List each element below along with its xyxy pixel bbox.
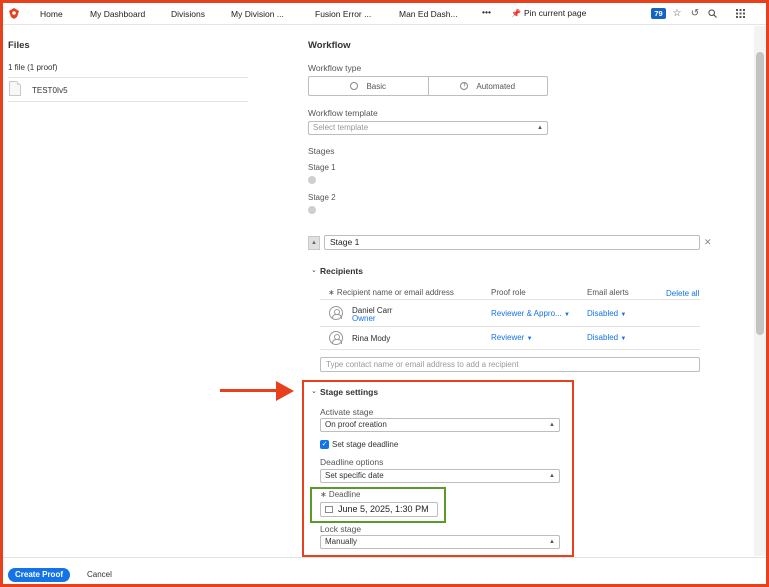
nav-item-divisions[interactable]: Divisions <box>171 9 205 19</box>
workflow-type-automated-label: Automated <box>476 81 516 91</box>
chevron-down-icon[interactable]: ⌄ <box>311 266 317 274</box>
divider <box>320 299 700 300</box>
email-alerts-value: Disabled <box>587 333 619 342</box>
nav-more-button[interactable]: ••• <box>482 7 491 17</box>
top-nav: Home My Dashboard Divisions My Division … <box>3 3 766 25</box>
divider <box>8 101 248 102</box>
avatar <box>329 331 343 345</box>
add-recipient-input[interactable]: Type contact name or email address to ad… <box>320 357 700 372</box>
annotation-arrow <box>220 389 280 392</box>
files-title: Files <box>8 40 30 51</box>
notification-badge[interactable]: 79 <box>651 8 666 19</box>
recipients-title[interactable]: Recipients <box>320 266 363 276</box>
collapse-stage-button[interactable]: ▲ <box>308 236 320 250</box>
chevron-down-icon: ▼ <box>620 336 627 342</box>
email-alerts-dropdown[interactable]: Disabled ▼ <box>587 333 626 342</box>
close-icon[interactable]: ✕ <box>704 237 712 248</box>
stage-2-dot[interactable] <box>308 206 316 214</box>
workflow-template-value: Select template <box>313 123 369 132</box>
proof-role-value: Reviewer & Appro... <box>491 309 562 318</box>
avatar <box>329 306 343 320</box>
brand-logo-icon[interactable] <box>9 8 19 19</box>
stage-1-label[interactable]: Stage 1 <box>308 163 336 172</box>
create-proof-button[interactable]: Create Proof <box>8 568 70 582</box>
search-icon[interactable] <box>706 7 718 19</box>
annotation-arrow-head <box>276 381 294 401</box>
stages-label: Stages <box>308 146 335 156</box>
nav-item-my-division[interactable]: My Division ... <box>231 9 284 19</box>
recipient-name: Rina Mody <box>352 334 391 343</box>
history-icon[interactable]: ↺ <box>689 7 701 19</box>
workflow-type-basic[interactable]: Basic <box>309 77 428 95</box>
pin-label: Pin current page <box>523 8 587 18</box>
divider <box>8 77 248 78</box>
files-count: 1 file (1 proof) <box>8 63 58 72</box>
annotation-highlight-box <box>302 380 574 557</box>
nav-item-fusion-error[interactable]: Fusion Error ... <box>315 9 371 19</box>
proof-role-dropdown[interactable]: Reviewer & Appro... ▼ <box>491 309 570 318</box>
stage-2-label[interactable]: Stage 2 <box>308 193 336 202</box>
email-alerts-value: Disabled <box>587 309 619 318</box>
file-name[interactable]: TEST0Iv5 <box>32 86 68 95</box>
pin-current-page-button[interactable]: 📌 Pin current page <box>511 8 586 18</box>
divider <box>320 326 700 327</box>
scrollbar-thumb[interactable] <box>756 52 764 335</box>
workflow-type-toggle: Basic ‽ Automated <box>308 76 548 96</box>
chevron-down-icon: ▼ <box>563 312 570 318</box>
footer-divider <box>3 557 766 558</box>
workflow-template-select[interactable]: Select template ▲ <box>308 121 548 135</box>
annotation-deadline-box <box>310 487 446 523</box>
stage-1-dot[interactable] <box>308 176 316 184</box>
star-icon[interactable]: ☆ <box>671 7 683 19</box>
workflow-type-automated[interactable]: ‽ Automated <box>427 77 548 95</box>
nav-item-home[interactable]: Home <box>40 9 63 19</box>
delete-all-link[interactable]: Delete all <box>666 289 699 298</box>
proof-role-dropdown[interactable]: Reviewer ▼ <box>491 333 533 342</box>
recipient-owner-tag: Owner <box>352 314 376 323</box>
automated-icon: ‽ <box>460 82 469 90</box>
file-icon <box>9 81 21 96</box>
proof-role-value: Reviewer <box>491 333 525 342</box>
workflow-type-basic-label: Basic <box>366 81 387 91</box>
workflow-type-label: Workflow type <box>308 63 362 73</box>
cancel-button[interactable]: Cancel <box>87 570 112 579</box>
chevron-down-icon: ▼ <box>526 336 533 342</box>
chevron-down-icon: ▼ <box>620 312 627 318</box>
workflow-template-label: Workflow template <box>308 108 378 118</box>
workflow-title: Workflow <box>308 40 351 51</box>
column-email-alerts: Email alerts <box>587 288 629 297</box>
radio-icon <box>350 82 359 90</box>
divider <box>320 349 700 350</box>
pin-icon: 📌 <box>511 9 521 18</box>
app-grid-icon[interactable] <box>734 7 746 19</box>
nav-item-my-dashboard[interactable]: My Dashboard <box>90 9 145 19</box>
column-proof-role: Proof role <box>491 288 526 297</box>
column-recipient: ∗ Recipient name or email address <box>328 288 454 297</box>
email-alerts-dropdown[interactable]: Disabled ▼ <box>587 309 626 318</box>
select-caret-icon: ▲ <box>537 125 543 131</box>
stage-name-input[interactable]: Stage 1 <box>324 235 700 250</box>
nav-item-man-ed-dash[interactable]: Man Ed Dash... <box>399 9 458 19</box>
